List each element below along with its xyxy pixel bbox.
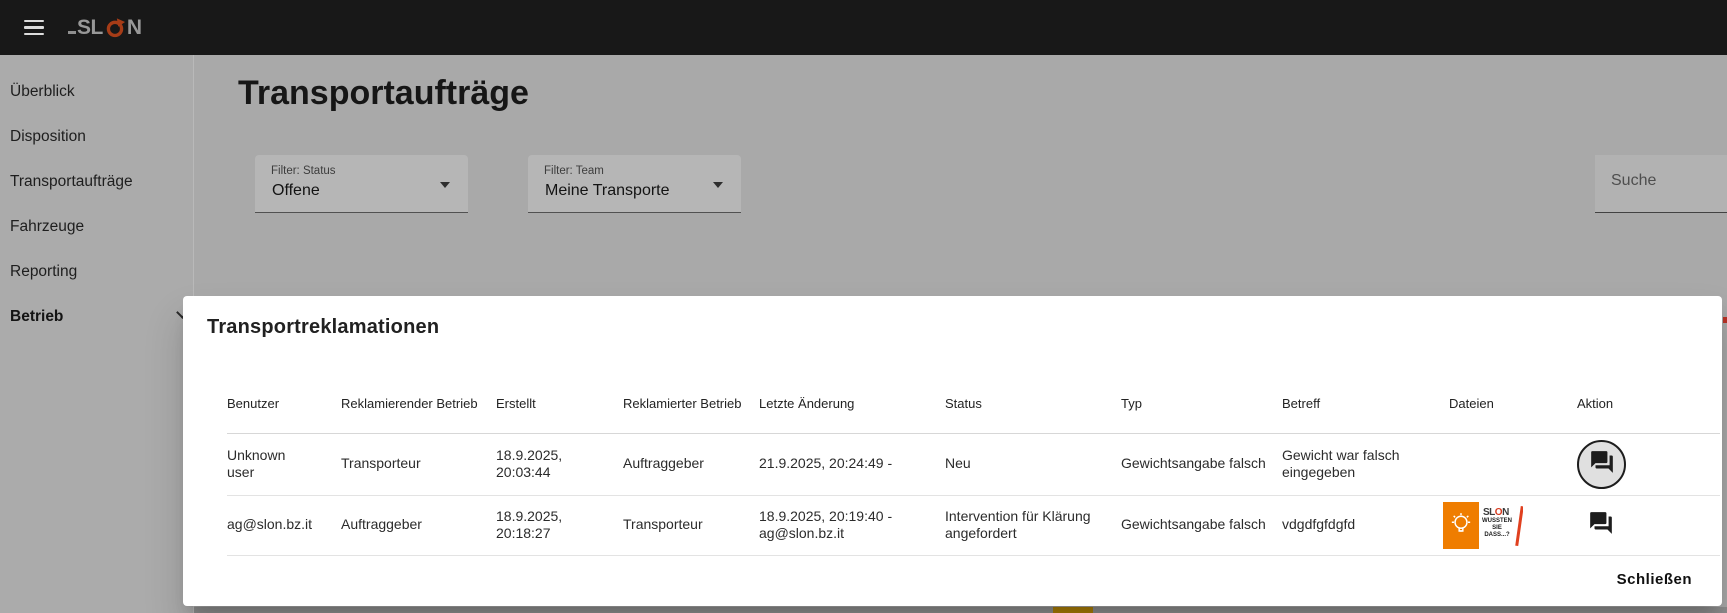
cell-erstellt: 18.9.2025, 20:03:44 xyxy=(496,433,623,495)
sidebar: Überblick Disposition Transportaufträge … xyxy=(0,55,194,613)
col-header-letzte-aenderung: Letzte Änderung xyxy=(759,345,945,433)
cell-benutzer: Unknown user xyxy=(227,433,341,495)
table-row: Unknown user Transporteur 18.9.2025, 20:… xyxy=(227,433,1720,495)
filter-team-select[interactable]: Filter: Team Meine Transporte xyxy=(528,155,741,213)
logo-text-sl: SL xyxy=(77,16,103,40)
edge-red-marker xyxy=(1723,317,1727,323)
cell-aktion xyxy=(1577,433,1720,495)
forum-icon xyxy=(1589,449,1615,480)
bottom-scroll-strip[interactable] xyxy=(194,607,1727,613)
sidebar-item-reporting[interactable]: Reporting xyxy=(0,249,193,294)
logo-dash xyxy=(68,31,76,34)
cell-dateien xyxy=(1449,433,1577,495)
filter-team-label: Filter: Team xyxy=(544,165,604,177)
logo-arrow-o-icon xyxy=(104,17,126,39)
dialog-title: Transportreklamationen xyxy=(207,316,439,339)
cell-reklamierter-betrieb: Transporteur xyxy=(623,495,759,555)
open-chat-button[interactable] xyxy=(1586,510,1616,540)
slon-logo: SL N xyxy=(68,16,142,40)
search-field xyxy=(1595,155,1727,213)
cell-letzte-aenderung: 21.9.2025, 20:24:49 - xyxy=(759,433,945,495)
filter-status-label: Filter: Status xyxy=(271,165,336,177)
cell-status: Intervention für Klärung angefordert xyxy=(945,495,1121,555)
cell-reklamierender-betrieb: Auftraggeber xyxy=(341,495,496,555)
cell-reklamierter-betrieb: Auftraggeber xyxy=(623,433,759,495)
page-title: Transportaufträge xyxy=(238,74,529,113)
cell-typ: Gewichtsangabe falsch xyxy=(1121,495,1282,555)
table-header-row: Benutzer Reklamierender Betrieb Erstellt… xyxy=(227,345,1720,433)
col-header-typ: Typ xyxy=(1121,345,1282,433)
col-header-reklamierter-betrieb: Reklamierter Betrieb xyxy=(623,345,759,433)
cell-aktion xyxy=(1577,495,1720,555)
cell-reklamierender-betrieb: Transporteur xyxy=(341,433,496,495)
filter-status-select[interactable]: Filter: Status Offene xyxy=(255,155,468,213)
col-header-betreff: Betreff xyxy=(1282,345,1449,433)
col-header-dateien: Dateien xyxy=(1449,345,1577,433)
sidebar-item-ueberblick[interactable]: Überblick xyxy=(0,69,193,114)
cell-dateien: SLON WUSSTEN SIE DASS...? xyxy=(1449,495,1577,555)
open-chat-button[interactable] xyxy=(1577,440,1626,489)
thumbnail-caption: WUSSTEN SIE DASS...? xyxy=(1479,518,1515,539)
claims-table: Benutzer Reklamierender Betrieb Erstellt… xyxy=(227,345,1720,556)
filter-team-value: Meine Transporte xyxy=(545,182,670,200)
col-header-benutzer: Benutzer xyxy=(227,345,341,433)
sidebar-item-disposition[interactable]: Disposition xyxy=(0,114,193,159)
filter-status-value: Offene xyxy=(272,182,320,200)
cell-benutzer: ag@slon.bz.it xyxy=(227,495,341,555)
thumbnail-red-line xyxy=(1515,506,1523,546)
cell-letzte-aenderung: 18.9.2025, 20:19:40 - ag@slon.bz.it xyxy=(759,495,945,555)
thumbnail-text-side: SLON WUSSTEN SIE DASS...? xyxy=(1479,502,1523,549)
menu-icon[interactable] xyxy=(24,20,44,36)
dropdown-arrow-icon xyxy=(713,182,723,188)
col-header-erstellt: Erstellt xyxy=(496,345,623,433)
file-thumbnail[interactable]: SLON WUSSTEN SIE DASS...? xyxy=(1443,502,1523,549)
topbar: SL N xyxy=(0,0,1727,55)
logo-text-n: N xyxy=(127,16,142,40)
cell-status: Neu xyxy=(945,433,1121,495)
sidebar-item-fahrzeuge[interactable]: Fahrzeuge xyxy=(0,204,193,249)
hidden-yellow-element xyxy=(1053,607,1093,613)
col-header-aktion: Aktion xyxy=(1577,345,1720,433)
cell-typ: Gewichtsangabe falsch xyxy=(1121,433,1282,495)
sidebar-item-betrieb-label: Betrieb xyxy=(10,308,63,325)
sidebar-item-betrieb[interactable]: Betrieb xyxy=(0,294,193,339)
search-input[interactable] xyxy=(1611,172,1716,190)
cell-erstellt: 18.9.2025, 20:18:27 xyxy=(496,495,623,555)
dropdown-arrow-icon xyxy=(440,182,450,188)
cell-betreff: Gewicht war falsch eingegeben xyxy=(1282,433,1449,495)
table-row: ag@slon.bz.it Auftraggeber 18.9.2025, 20… xyxy=(227,495,1720,555)
forum-icon xyxy=(1588,510,1614,541)
sidebar-item-transportauftraege[interactable]: Transportaufträge xyxy=(0,159,193,204)
col-header-status: Status xyxy=(945,345,1121,433)
lightbulb-icon xyxy=(1443,502,1479,549)
cell-betreff: vdgdfgfdgfd xyxy=(1282,495,1449,555)
transportreklamationen-dialog: Transportreklamationen Benutzer Reklamie… xyxy=(183,296,1722,606)
close-dialog-button[interactable]: Schließen xyxy=(1609,565,1700,594)
col-header-reklamierender-betrieb: Reklamierender Betrieb xyxy=(341,345,496,433)
